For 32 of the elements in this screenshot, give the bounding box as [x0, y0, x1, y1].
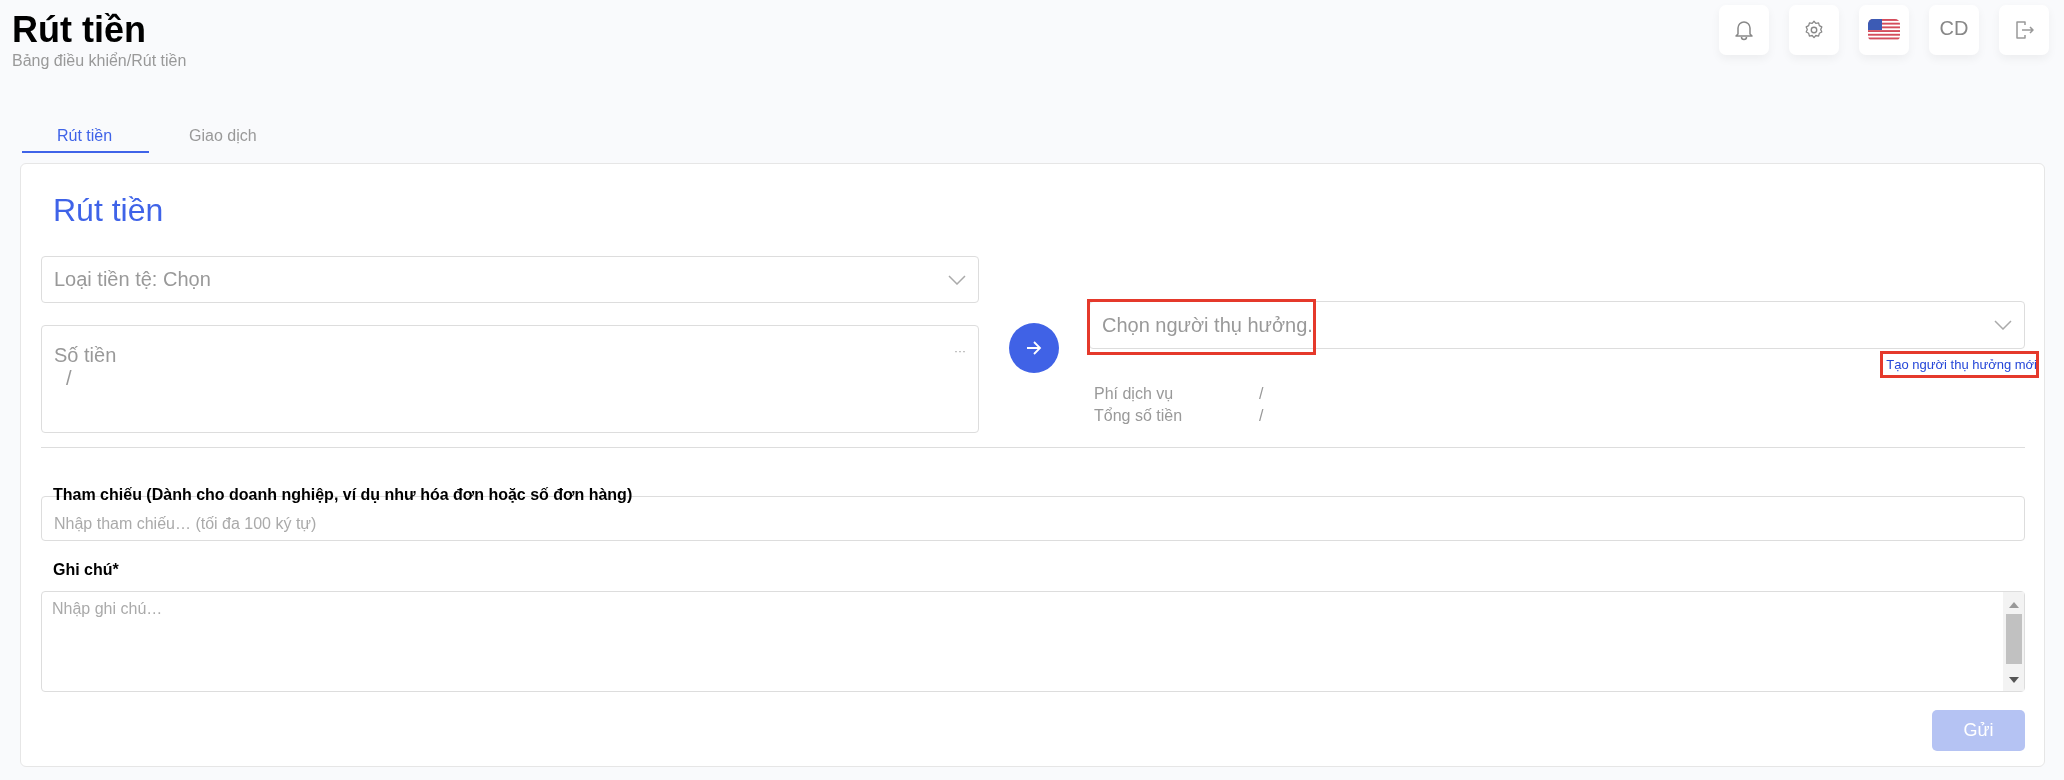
bell-icon: [1734, 19, 1754, 41]
chevron-down-icon: [1994, 320, 2012, 330]
card-title: Rút tiền: [53, 191, 165, 230]
arrow-right-icon: [1026, 341, 1042, 355]
summary-label: Tổng số tiền: [1094, 406, 1184, 426]
breadcrumb: Bảng điều khiển/Rút tiền: [12, 52, 187, 70]
more-icon[interactable]: ···: [954, 344, 966, 358]
note-field[interactable]: Nhập ghi chú…: [41, 591, 2025, 692]
logout-icon: [2013, 19, 2035, 41]
currency-select[interactable]: Loại tiền tệ: Chọn: [41, 256, 979, 303]
tab[interactable]: Rút tiền: [22, 125, 149, 153]
amount-field[interactable]: Số tiền / ···: [41, 325, 979, 433]
settings-button[interactable]: [1789, 5, 1839, 55]
notification-button[interactable]: [1719, 5, 1769, 55]
arrow-button[interactable]: [1009, 323, 1059, 373]
logout-button[interactable]: [1999, 5, 2049, 55]
summary-value: /: [1259, 384, 1264, 404]
tab[interactable]: Giao dịch: [169, 125, 279, 153]
language-button[interactable]: [1859, 5, 1909, 55]
amount-label: Số tiền: [54, 344, 117, 367]
summary-label: Phí dịch vụ: [1094, 384, 1175, 404]
settings-icon: [1803, 19, 1825, 41]
amount-value: /: [65, 367, 73, 390]
scrollbar[interactable]: [2003, 592, 2024, 691]
user-avatar[interactable]: CD: [1929, 5, 1979, 55]
summary-value: /: [1259, 406, 1264, 426]
page-title: Rút tiền: [12, 8, 147, 52]
chevron-down-icon: [948, 274, 966, 285]
create-beneficiary-link[interactable]: Tạo người thụ hưởng mới: [1886, 357, 2037, 372]
flag-icon: [1868, 19, 1900, 41]
note-label: Ghi chú*: [52, 561, 120, 579]
beneficiary-select[interactable]: Chọn người thụ hưởng.: [1089, 301, 2025, 349]
